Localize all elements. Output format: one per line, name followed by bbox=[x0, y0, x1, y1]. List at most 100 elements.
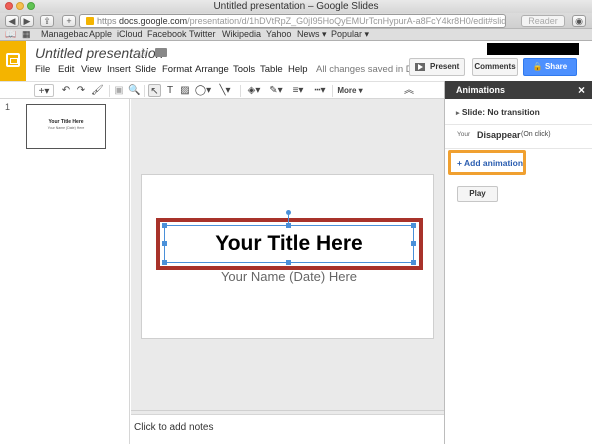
zoom-fit-icon[interactable]: ▣ bbox=[113, 84, 125, 97]
browser-toolbar: ◀ ▶ ⇪ + https docs.google.com/presentati… bbox=[0, 13, 592, 29]
shape-icon[interactable]: ◯▾ bbox=[194, 84, 212, 97]
slide-canvas-area: Your Title Here Your Name (Date) Here bbox=[131, 99, 444, 410]
menu-slide[interactable]: Slide bbox=[135, 64, 156, 75]
toolbar-separator bbox=[240, 85, 241, 97]
minimize-window-button[interactable] bbox=[16, 2, 24, 10]
animations-panel-title: Animations bbox=[456, 85, 506, 95]
toolbar-separator bbox=[144, 85, 145, 97]
thumbnail-title: Your Title Here bbox=[48, 119, 84, 125]
bookmark-popular[interactable]: Popular ▾ bbox=[331, 29, 369, 40]
menu-help[interactable]: Help bbox=[288, 64, 308, 75]
back-arrow-icon[interactable]: ◀ bbox=[5, 15, 19, 27]
select-cursor-icon[interactable]: ↖ bbox=[148, 84, 161, 97]
speaker-notes[interactable]: Click to add notes bbox=[131, 414, 444, 444]
animation-trigger: (On click) bbox=[521, 131, 551, 138]
downloads-icon[interactable]: ◉ bbox=[572, 15, 586, 27]
line-icon[interactable]: ╲▾ bbox=[216, 84, 234, 97]
collapse-chevron-icon[interactable]: ︽ bbox=[403, 84, 415, 97]
slide-filmstrip: 1 Your Title Here Your Name (Date) Here bbox=[0, 99, 130, 444]
resize-handle[interactable] bbox=[411, 223, 416, 228]
url-scheme: https bbox=[97, 16, 117, 26]
resize-handle[interactable] bbox=[286, 223, 291, 228]
undo-icon[interactable]: ↶ bbox=[60, 84, 72, 97]
bookmark-twitter[interactable]: Twitter bbox=[189, 29, 216, 40]
folder-icon[interactable] bbox=[155, 48, 167, 57]
menu-table[interactable]: Table bbox=[260, 64, 283, 75]
new-slide-plus-icon[interactable]: +▾ bbox=[34, 84, 54, 97]
text-box-icon[interactable]: T bbox=[164, 84, 176, 97]
bookmarks-bar: 📖 ▦ Managebac Apple iCloud Facebook Twit… bbox=[0, 29, 592, 41]
resize-handle[interactable] bbox=[286, 260, 291, 265]
border-color-icon[interactable]: ✎▾ bbox=[267, 84, 285, 97]
bookmarks-book-icon[interactable]: 📖 bbox=[5, 29, 16, 40]
bookmark-news[interactable]: News ▾ bbox=[297, 29, 327, 40]
menu-view[interactable]: View bbox=[81, 64, 101, 75]
url-host: docs.google.com bbox=[119, 16, 188, 26]
fill-color-icon[interactable]: ◈▾ bbox=[245, 84, 263, 97]
rotate-handle[interactable] bbox=[286, 210, 291, 215]
slide-title-text[interactable]: Your Title Here bbox=[164, 232, 414, 256]
url-path: /presentation/d/1hDVtRpZ_G0jI95HoQyEMUrT… bbox=[187, 16, 506, 26]
slide-subtitle-text[interactable]: Your Name (Date) Here bbox=[164, 269, 414, 284]
address-bar[interactable]: https docs.google.com/presentation/d/1hD… bbox=[79, 14, 506, 28]
animation-item[interactable]: Your Disappear (On click) bbox=[445, 125, 592, 149]
redo-icon[interactable]: ↷ bbox=[75, 84, 87, 97]
thumbnail-subtitle: Your Name (Date) Here bbox=[47, 126, 85, 130]
add-animation-button[interactable]: + Add animation bbox=[457, 158, 523, 168]
present-button[interactable]: Present bbox=[409, 58, 465, 76]
menu-tools[interactable]: Tools bbox=[233, 64, 255, 75]
animations-panel: Animations × ▸ Slide: No transition Your… bbox=[444, 81, 592, 444]
resize-handle[interactable] bbox=[411, 260, 416, 265]
forward-arrow-icon[interactable]: ▶ bbox=[20, 15, 34, 27]
zoom-window-button[interactable] bbox=[27, 2, 35, 10]
save-status[interactable]: All changes saved in Dr... bbox=[316, 64, 423, 75]
window-titlebar: Untitled presentation – Google Slides bbox=[0, 0, 592, 13]
resize-handle[interactable] bbox=[162, 223, 167, 228]
image-icon[interactable]: ▨ bbox=[179, 84, 191, 97]
bookmark-yahoo[interactable]: Yahoo bbox=[266, 29, 291, 40]
star-icon[interactable]: ☆ bbox=[137, 45, 149, 61]
slide-canvas[interactable]: Your Title Here Your Name (Date) Here bbox=[141, 174, 434, 339]
animation-effect: Disappear bbox=[477, 130, 521, 140]
bookmark-icloud[interactable]: iCloud bbox=[117, 29, 143, 40]
reader-button[interactable]: Reader bbox=[521, 15, 565, 27]
redacted-account-box bbox=[487, 43, 579, 55]
close-icon[interactable]: × bbox=[578, 81, 585, 99]
notes-placeholder: Click to add notes bbox=[134, 422, 214, 433]
resize-handle[interactable] bbox=[162, 260, 167, 265]
more-menu[interactable]: More ▾ bbox=[336, 84, 364, 97]
border-weight-icon[interactable]: ≡▾ bbox=[289, 84, 307, 97]
slides-favicon-icon bbox=[86, 17, 94, 25]
share-page-icon[interactable]: ⇪ bbox=[40, 15, 54, 27]
close-window-button[interactable] bbox=[5, 2, 13, 10]
toolbar-separator bbox=[332, 85, 333, 97]
share-button[interactable]: 🔒 Share bbox=[523, 58, 577, 76]
new-tab-plus-icon[interactable]: + bbox=[62, 15, 76, 27]
comments-button[interactable]: Comments bbox=[472, 58, 518, 76]
toolbar-separator bbox=[109, 85, 110, 97]
paint-format-icon[interactable]: 🖌 bbox=[91, 84, 104, 97]
bookmark-facebook[interactable]: Facebook bbox=[147, 29, 187, 40]
editing-toolbar: +▾ ↶ ↷ 🖌 ▣ 🔍 ↖ T ▨ ◯▾ ╲▾ ◈▾ ✎▾ ≡▾ ┅▾ Mor… bbox=[0, 81, 444, 99]
play-button[interactable]: Play bbox=[457, 186, 498, 202]
menu-arrange[interactable]: Arrange bbox=[195, 64, 229, 75]
transition-label: Slide: No transition bbox=[461, 107, 540, 117]
menu-edit[interactable]: Edit bbox=[58, 64, 74, 75]
bookmark-managebac[interactable]: Managebac bbox=[41, 29, 88, 40]
expand-triangle-icon: ▸ bbox=[456, 110, 460, 117]
zoom-icon[interactable]: 🔍 bbox=[128, 84, 140, 97]
slides-logo-strip[interactable] bbox=[0, 41, 26, 81]
border-dash-icon[interactable]: ┅▾ bbox=[311, 84, 329, 97]
bookmark-wikipedia[interactable]: Wikipedia bbox=[222, 29, 261, 40]
slide-transition-row[interactable]: ▸ Slide: No transition bbox=[445, 99, 592, 125]
menu-format[interactable]: Format bbox=[162, 64, 192, 75]
slide-number: 1 bbox=[5, 102, 11, 112]
share-label: Share bbox=[544, 62, 568, 71]
animations-panel-header: Animations × bbox=[445, 81, 592, 99]
present-label: Present bbox=[430, 62, 460, 71]
menu-insert[interactable]: Insert bbox=[107, 64, 131, 75]
top-sites-grid-icon[interactable]: ▦ bbox=[22, 29, 31, 40]
bookmark-apple[interactable]: Apple bbox=[89, 29, 112, 40]
slide-thumbnail[interactable]: Your Title Here Your Name (Date) Here bbox=[26, 104, 106, 149]
menu-file[interactable]: File bbox=[35, 64, 50, 75]
